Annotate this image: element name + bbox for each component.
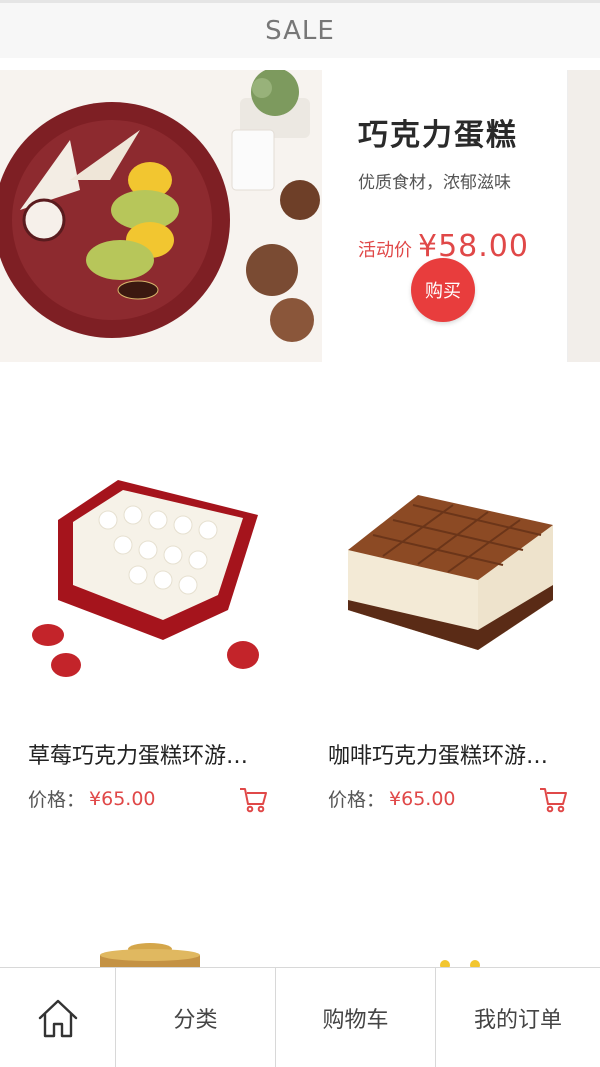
page-title: SALE: [265, 15, 335, 46]
cake-image-peek: [100, 943, 200, 967]
home-icon: [38, 999, 77, 1037]
price-label: 价格：: [328, 789, 386, 811]
banner-product-subtitle: 优质食材，浓郁滋味: [358, 173, 511, 193]
header-bar: SALE: [0, 0, 600, 58]
price-label: 价格：: [28, 789, 86, 811]
banner-cake-image: [0, 70, 322, 362]
add-to-cart-icon[interactable]: [238, 786, 268, 814]
product-card[interactable]: 咖啡巧克力蛋糕环游… 价格： ¥65.00: [328, 440, 600, 820]
banner-price-row: 活动价 ¥58.00: [358, 229, 558, 264]
banner-slide[interactable]: 巧克力蛋糕 优质食材，浓郁滋味 活动价 ¥58.00 购买: [0, 70, 565, 362]
add-to-cart-icon[interactable]: [538, 786, 568, 814]
banner-product-name: 巧克力蛋糕: [358, 118, 518, 153]
product-price-row: 价格： ¥65.00: [328, 785, 456, 812]
product-name[interactable]: 草莓巧克力蛋糕环游…: [28, 738, 288, 770]
product-name[interactable]: 咖啡巧克力蛋糕环游…: [328, 738, 588, 770]
banner-next-slide-peek[interactable]: [567, 70, 600, 362]
buy-button[interactable]: 购买: [411, 258, 475, 322]
coffee-cake-image: [328, 460, 588, 710]
banner-carousel[interactable]: 巧克力蛋糕 优质食材，浓郁滋味 活动价 ¥58.00 购买: [0, 70, 600, 362]
price-value: ¥65.00: [89, 787, 156, 810]
product-price-row: 价格： ¥65.00: [28, 785, 156, 812]
banner-info: 巧克力蛋糕 优质食材，浓郁滋味 活动价 ¥58.00: [358, 110, 558, 264]
cake-image-peek: [440, 960, 480, 967]
strawberry-cake-image: [28, 460, 288, 710]
product-card[interactable]: 草莓巧克力蛋糕环游… 价格： ¥65.00: [28, 440, 308, 820]
price-value: ¥65.00: [389, 787, 456, 810]
nav-cart[interactable]: 购物车: [276, 968, 436, 1067]
nav-home[interactable]: [0, 968, 116, 1067]
banner-price-label: 活动价: [358, 240, 412, 261]
bottom-nav: 分类 购物车 我的订单: [0, 967, 600, 1067]
nav-orders[interactable]: 我的订单: [436, 968, 600, 1067]
nav-category[interactable]: 分类: [116, 968, 276, 1067]
